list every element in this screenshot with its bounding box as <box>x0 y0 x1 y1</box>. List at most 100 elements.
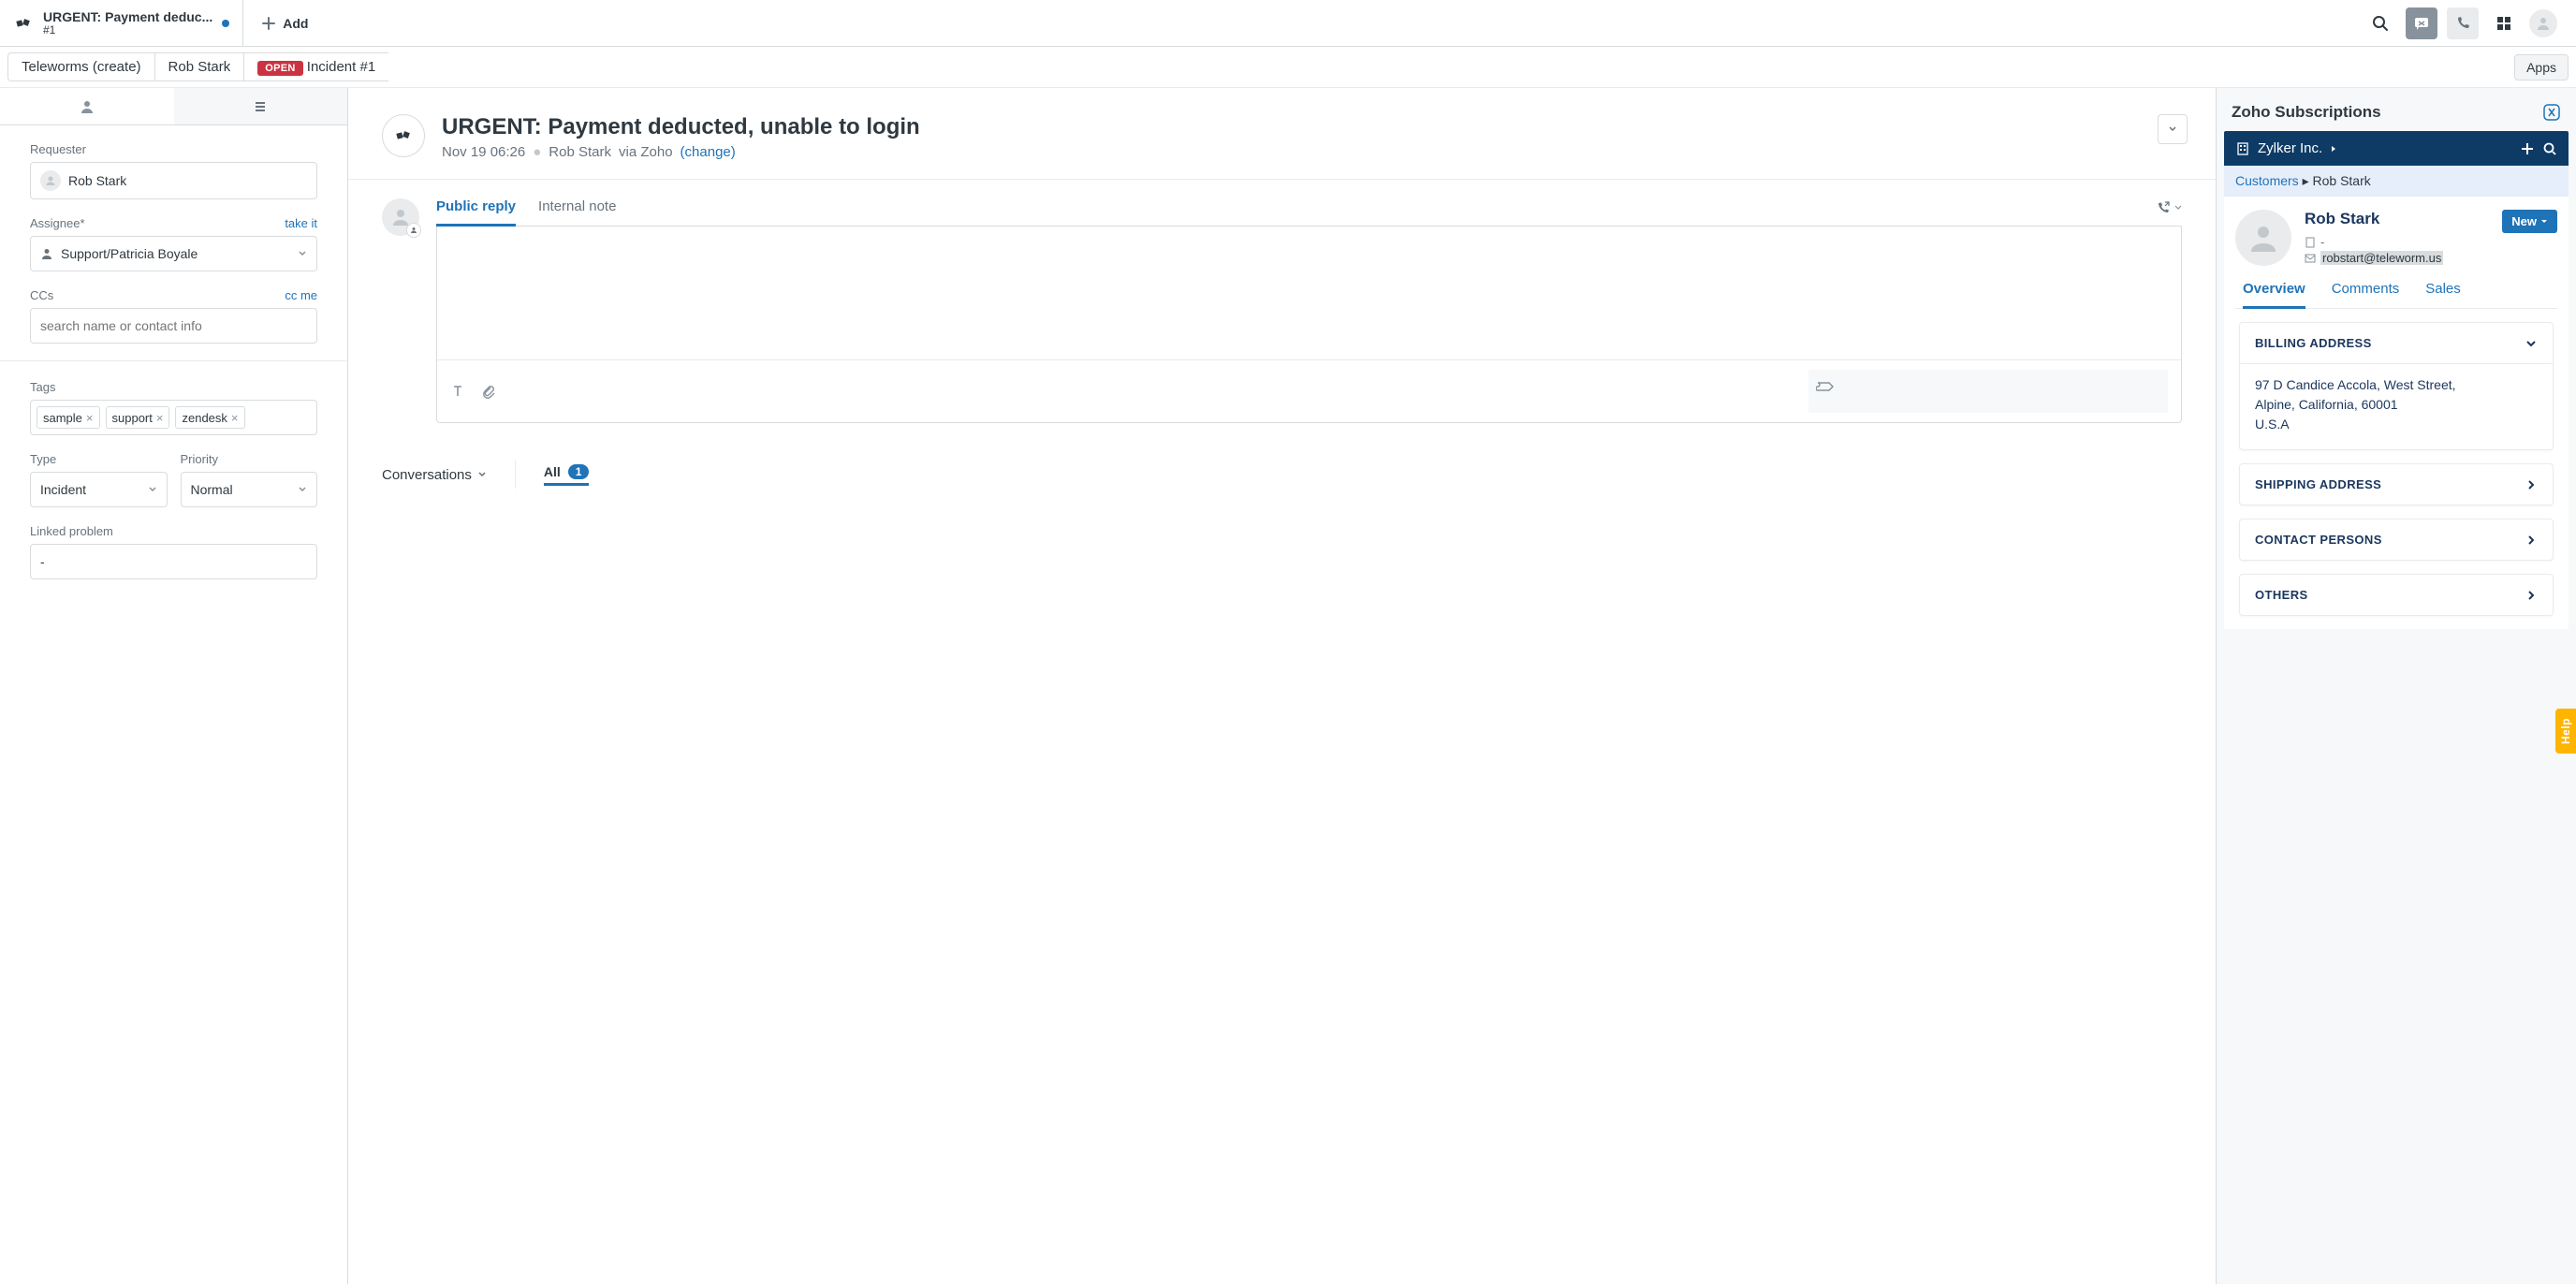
tag-chip: support× <box>106 406 170 429</box>
conversations-dropdown[interactable]: Conversations <box>382 467 487 483</box>
priority-value: Normal <box>191 482 233 497</box>
zoho-breadcrumb: Customers ▸ Rob Stark <box>2224 166 2569 197</box>
help-tab[interactable]: Help <box>2555 709 2576 754</box>
tab-subtitle: #1 <box>43 24 212 37</box>
apps-button[interactable]: Apps <box>2514 54 2569 80</box>
chevron-down-icon <box>298 485 307 494</box>
chevron-down-icon <box>2540 218 2548 226</box>
type-select[interactable]: Incident <box>30 472 168 507</box>
reply-avatar <box>382 198 419 236</box>
apps-grid-button[interactable] <box>2488 7 2520 39</box>
priority-field: Priority Normal <box>181 452 318 507</box>
person-icon <box>40 247 53 260</box>
chevron-right-icon <box>2525 478 2538 491</box>
contact-persons-toggle[interactable]: CONTACT PERSONS <box>2240 520 2553 560</box>
ccs-label: CCs <box>30 288 53 302</box>
zoho-logo-icon <box>2542 103 2561 122</box>
divider <box>0 360 347 361</box>
chat-button[interactable] <box>2406 7 2437 39</box>
customers-link[interactable]: Customers <box>2235 173 2299 188</box>
customer-company: - <box>2305 235 2557 249</box>
editor-body[interactable] <box>437 227 2181 359</box>
zoho-card: Zylker Inc. Customers ▸ Rob Stark <box>2224 131 2569 629</box>
filter-count: 1 <box>568 464 590 479</box>
left-tab-user[interactable] <box>0 88 174 124</box>
remove-tag-icon[interactable]: × <box>231 411 239 425</box>
call-dropdown[interactable] <box>2156 200 2182 225</box>
ticket-date: Nov 19 06:26 <box>442 144 525 160</box>
tags-field: Tags sample× support× zendesk× <box>30 380 317 435</box>
change-source-link[interactable]: (change) <box>681 144 736 160</box>
search-button[interactable] <box>2364 7 2396 39</box>
billing-address-toggle[interactable]: BILLING ADDRESS <box>2240 323 2553 363</box>
customer-name: Rob Stark <box>2305 210 2379 228</box>
search-icon <box>2372 15 2389 32</box>
workspace-tab[interactable]: URGENT: Payment deduc... #1 <box>0 0 243 46</box>
org-name[interactable]: Zylker Inc. <box>2258 140 2322 156</box>
profile-avatar[interactable] <box>2529 9 2557 37</box>
tags-label: Tags <box>30 380 317 394</box>
linked-problem-select[interactable]: - <box>30 544 317 579</box>
text-icon <box>450 384 465 399</box>
tab-comments[interactable]: Comments <box>2332 281 2400 309</box>
search-icon <box>2542 141 2557 156</box>
public-reply-tab[interactable]: Public reply <box>436 198 516 227</box>
agent-badge-icon <box>406 223 421 238</box>
requester-field: Requester Rob Stark <box>30 142 317 199</box>
ticket-author: Rob Stark <box>549 144 611 160</box>
left-tab-ticket[interactable] <box>174 88 348 124</box>
tab-overview[interactable]: Overview <box>2243 281 2305 309</box>
cc-me-link[interactable]: cc me <box>285 288 317 302</box>
separator-dot: ● <box>533 144 541 160</box>
requester-input[interactable]: Rob Stark <box>30 162 317 199</box>
new-button[interactable]: New <box>2502 210 2557 233</box>
assignee-select[interactable]: Support/Patricia Boyale <box>30 236 317 271</box>
take-it-link[interactable]: take it <box>285 216 317 230</box>
customer-email-value[interactable]: robstart@teleworm.us <box>2320 251 2443 265</box>
requester-value: Rob Stark <box>68 173 126 188</box>
priority-label: Priority <box>181 452 318 466</box>
macro-button[interactable] <box>1808 370 2168 413</box>
breadcrumb-ticket[interactable]: OPEN Incident #1 <box>243 52 388 81</box>
text-format-button[interactable] <box>450 384 465 399</box>
priority-select[interactable]: Normal <box>181 472 318 507</box>
zoho-tabs: Overview Comments Sales <box>2235 281 2557 309</box>
ccs-text-input[interactable] <box>40 318 307 333</box>
assignee-label: Assignee* <box>30 216 85 230</box>
others-toggle[interactable]: OTHERS <box>2240 575 2553 615</box>
ccs-input[interactable] <box>30 308 317 344</box>
customer-card: Rob Stark New - robstart@te <box>2224 197 2569 629</box>
filter-all-tab[interactable]: All 1 <box>544 464 590 486</box>
breadcrumb-requester[interactable]: Rob Stark <box>154 52 244 81</box>
tag-chip: sample× <box>37 406 100 429</box>
chevron-down-icon <box>2168 124 2177 134</box>
internal-note-tab[interactable]: Internal note <box>538 198 616 227</box>
tags-input[interactable]: sample× support× zendesk× <box>30 400 317 435</box>
chevron-right-icon: ▸ <box>2303 173 2313 188</box>
top-tab-bar: URGENT: Payment deduc... #1 Add <box>0 0 2576 47</box>
chevron-down-icon <box>2174 204 2182 212</box>
shipping-address-toggle[interactable]: SHIPPING ADDRESS <box>2240 464 2553 505</box>
reply-editor[interactable] <box>436 227 2182 423</box>
grid-icon <box>2496 15 2512 32</box>
phone-button[interactable] <box>2447 7 2479 39</box>
editor-toolbar <box>437 359 2181 422</box>
org-bar: Zylker Inc. <box>2224 131 2569 166</box>
contact-persons-section: CONTACT PERSONS <box>2239 519 2554 561</box>
ticket-source-icon <box>382 114 425 157</box>
attachment-button[interactable] <box>480 384 495 399</box>
tab-sales[interactable]: Sales <box>2425 281 2461 309</box>
expand-button[interactable] <box>2158 114 2188 144</box>
chevron-down-icon <box>298 249 307 258</box>
billing-address-body: 97 D Candice Accola, West Street, Alpine… <box>2240 363 2553 449</box>
remove-tag-icon[interactable]: × <box>156 411 164 425</box>
divider <box>515 461 516 489</box>
person-icon <box>80 99 95 114</box>
search-org-button[interactable] <box>2542 141 2557 156</box>
ticket-icon <box>1816 379 1835 394</box>
unsaved-dot-icon <box>222 20 229 27</box>
remove-tag-icon[interactable]: × <box>86 411 94 425</box>
add-tab-button[interactable]: Add <box>243 0 327 46</box>
breadcrumb-org[interactable]: Teleworms (create) <box>7 52 154 81</box>
add-button[interactable] <box>2520 141 2535 156</box>
